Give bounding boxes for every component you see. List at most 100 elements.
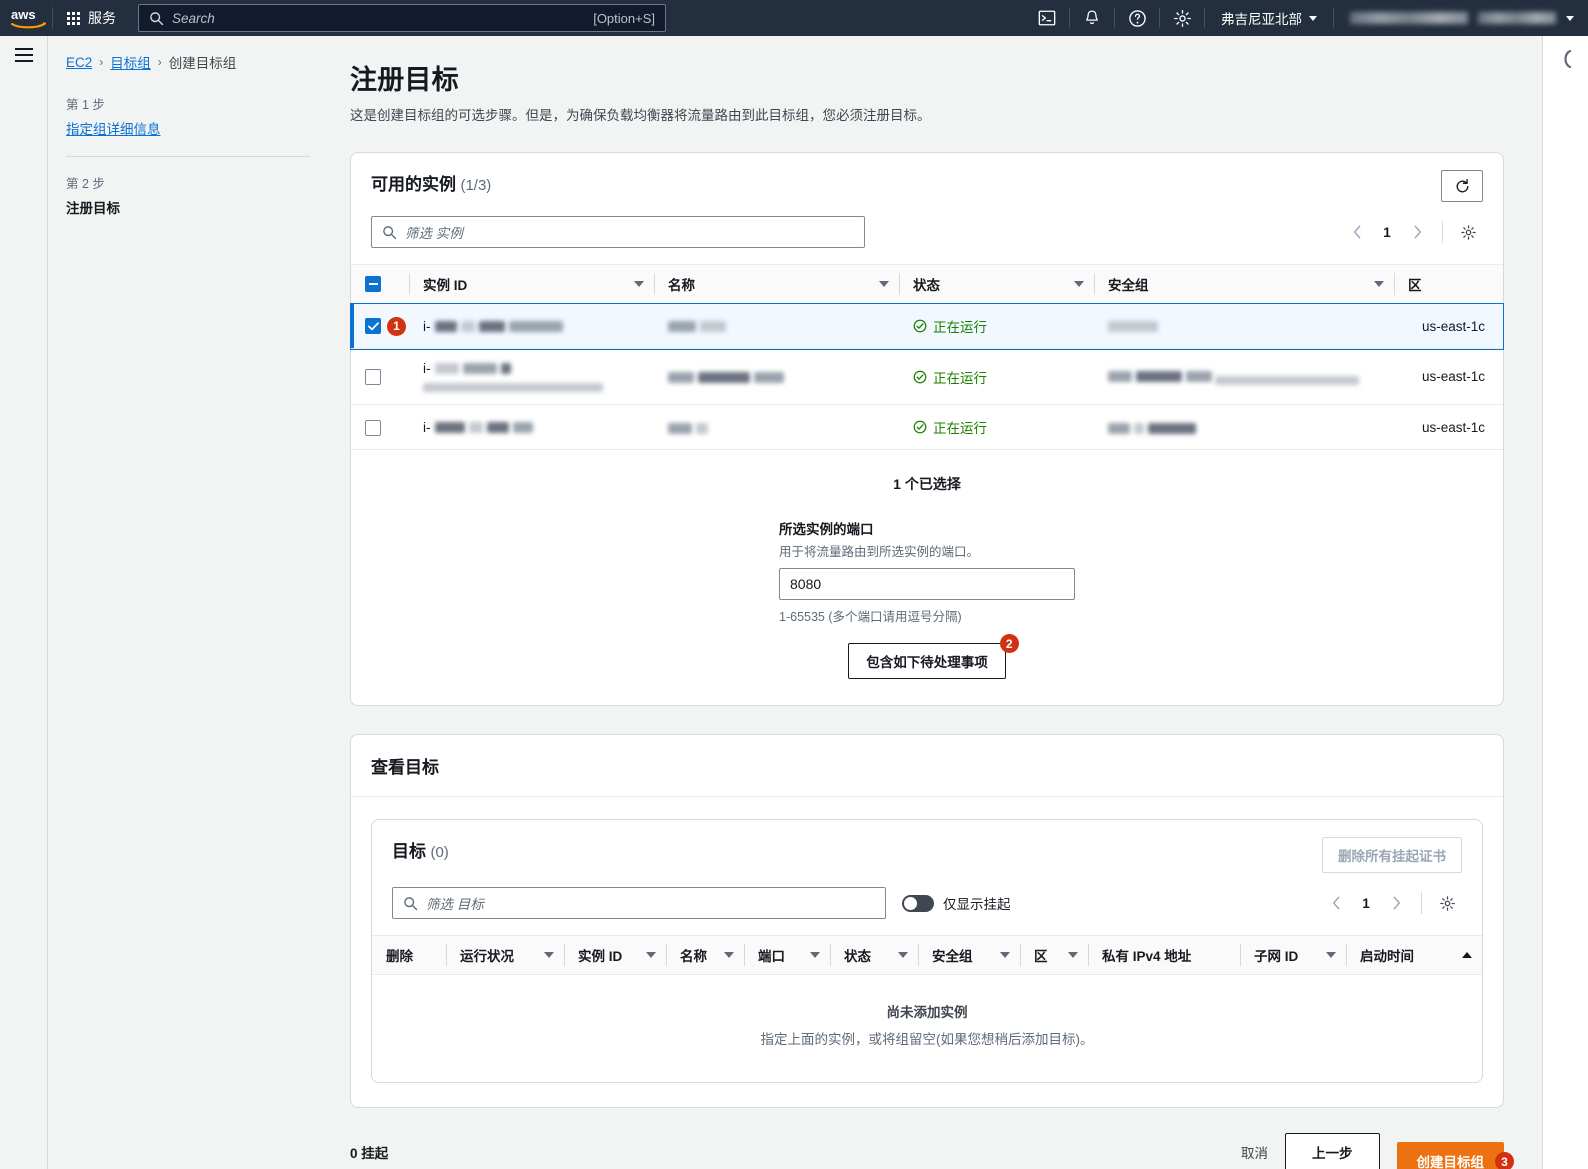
instances-filter-input[interactable]: 筛选 实例 xyxy=(371,216,865,248)
gear-icon xyxy=(1460,224,1476,240)
help-panel-edge[interactable] xyxy=(1542,36,1588,1169)
row-select-cell xyxy=(351,404,409,451)
breadcrumb-item-ec2[interactable]: EC2 xyxy=(66,55,92,70)
col-health[interactable]: 运行状况 xyxy=(446,935,564,976)
create-target-group-wrapper: 创建目标组 3 xyxy=(1396,1142,1514,1169)
col-state[interactable]: 状态 xyxy=(899,264,1094,304)
selected-count-label: 1 个已选择 xyxy=(893,476,961,493)
row-checkbox[interactable] xyxy=(365,318,381,334)
col-health-label: 运行状况 xyxy=(460,949,514,965)
instance-id-prefix: i- xyxy=(423,419,431,435)
row-select-cell: 1 xyxy=(351,303,409,349)
table-row[interactable]: 1 i- 正在运行 us-east-1c xyxy=(350,302,1504,350)
sort-icon xyxy=(724,952,734,959)
col-instance-id[interactable]: 实例 ID xyxy=(409,264,654,304)
targets-next-page-button[interactable] xyxy=(1381,888,1411,918)
refresh-icon xyxy=(1456,178,1468,192)
targets-filter-input[interactable]: 筛选 目标 xyxy=(392,887,886,920)
svg-text:aws: aws xyxy=(11,7,36,22)
refresh-button[interactable] xyxy=(1441,170,1483,202)
show-pending-only-label: 仅显示挂起 xyxy=(943,897,1011,913)
global-search-input[interactable]: Search [Option+S] xyxy=(138,4,666,32)
targets-inner-card: 目标 (0) 删除所有挂起证书 筛选 目标 仅显示挂起 1 删除 运行状况 实例… xyxy=(371,819,1483,1084)
help-icon[interactable] xyxy=(1115,0,1159,36)
port-input[interactable] xyxy=(779,568,1075,601)
table-row[interactable]: i- 正在运行 us-east-1c xyxy=(351,404,1503,451)
targets-count: (0) xyxy=(430,844,449,862)
col-state-label: 状态 xyxy=(844,949,871,965)
sort-icon xyxy=(1326,952,1336,959)
check-icon xyxy=(367,321,379,330)
show-pending-only-toggle[interactable] xyxy=(902,894,934,912)
instances-count: (1/3) xyxy=(460,177,492,194)
col-private-ipv4-label: 私有 IPv4 地址 xyxy=(1102,949,1192,965)
col-state-label: 状态 xyxy=(913,278,940,293)
menu-toggle-icon[interactable] xyxy=(14,48,33,1169)
col-security-group[interactable]: 安全组 xyxy=(1094,264,1394,304)
col-port-label: 端口 xyxy=(758,949,785,965)
col-name[interactable]: 名称 xyxy=(654,264,899,304)
col-launch-time[interactable]: 启动时间 xyxy=(1346,935,1482,976)
pending-count-label: 0 挂起 xyxy=(350,1146,389,1162)
instances-page-1[interactable]: 1 xyxy=(1376,225,1398,240)
targets-filter-placeholder: 筛选 目标 xyxy=(426,897,484,913)
status-label: 正在运行 xyxy=(933,370,987,386)
instances-prev-page-button[interactable] xyxy=(1342,217,1372,247)
col-zone[interactable]: 区 xyxy=(1394,264,1503,304)
targets-preferences-button[interactable] xyxy=(1432,888,1462,918)
include-as-pending-button[interactable]: 包含如下待处理事项 xyxy=(848,643,1006,680)
search-icon xyxy=(150,11,164,25)
settings-icon[interactable] xyxy=(1160,0,1204,36)
instance-id-prefix: i- xyxy=(423,318,431,334)
account-menu[interactable] xyxy=(1334,12,1588,24)
col-port[interactable]: 端口 xyxy=(744,935,830,976)
table-row[interactable]: i- 正在运行 us-east-1c xyxy=(351,348,1503,406)
wizard-footer: 0 挂起 取消 上一步 创建目标组 3 xyxy=(350,1108,1514,1169)
region-selector[interactable]: 弗吉尼亚北部 xyxy=(1205,8,1333,28)
row-checkbox[interactable] xyxy=(365,368,381,385)
cloudshell-icon[interactable] xyxy=(1025,0,1069,36)
wizard-step-2: 第 2 步 注册目标 xyxy=(66,173,310,217)
targets-title-group: 目标 (0) xyxy=(392,837,449,862)
bell-icon[interactable] xyxy=(1070,0,1114,36)
col-state[interactable]: 状态 xyxy=(830,935,918,976)
create-target-group-button[interactable]: 创建目标组 xyxy=(1396,1142,1504,1169)
aws-logo[interactable]: aws xyxy=(0,7,52,29)
breadcrumb-item-target-groups[interactable]: 目标组 xyxy=(110,52,151,72)
instances-card-header: 可用的实例 (1/3) xyxy=(351,153,1503,202)
col-name[interactable]: 名称 xyxy=(666,935,744,976)
chevron-right-icon xyxy=(1414,225,1421,239)
show-pending-only-toggle-group[interactable]: 仅显示挂起 xyxy=(902,893,1011,913)
sort-ascending-icon xyxy=(1462,952,1472,959)
col-zone-label: 区 xyxy=(1034,949,1048,965)
step-1-link[interactable]: 指定组详细信息 xyxy=(66,118,310,138)
select-all-checkbox[interactable] xyxy=(365,276,381,293)
col-name-label: 名称 xyxy=(680,949,707,965)
row-checkbox[interactable] xyxy=(365,419,381,436)
port-field-hint: 1-65535 (多个端口请用逗号分隔) xyxy=(779,610,962,625)
breadcrumb-item-current: 创建目标组 xyxy=(168,56,237,71)
row-select-cell xyxy=(351,348,409,406)
col-subnet-id-label: 子网 ID xyxy=(1254,949,1299,965)
col-instance-id[interactable]: 实例 ID xyxy=(564,935,666,976)
col-remove: 删除 xyxy=(372,935,446,976)
targets-page-1[interactable]: 1 xyxy=(1355,896,1377,911)
review-targets-title: 查看目标 xyxy=(371,758,439,778)
targets-pagination: 1 xyxy=(1321,888,1462,918)
col-zone[interactable]: 区 xyxy=(1020,935,1088,976)
targets-prev-page-button[interactable] xyxy=(1321,888,1351,918)
col-subnet-id[interactable]: 子网 ID xyxy=(1240,935,1346,976)
previous-button[interactable]: 上一步 xyxy=(1285,1133,1380,1169)
row-state: 正在运行 xyxy=(899,404,1094,451)
col-security-group[interactable]: 安全组 xyxy=(918,935,1020,976)
instances-preferences-button[interactable] xyxy=(1453,217,1483,247)
targets-empty-cell: 尚未添加实例 指定上面的实例，或将组留空(如果您想稍后添加目标)。 xyxy=(372,975,1482,1083)
empty-state-title: 尚未添加实例 xyxy=(886,1005,968,1021)
cancel-button[interactable]: 取消 xyxy=(1241,1142,1268,1162)
instances-next-page-button[interactable] xyxy=(1402,217,1432,247)
review-targets-card: 查看目标 目标 (0) 删除所有挂起证书 筛选 目标 仅显示挂起 1 删除 运行… xyxy=(350,734,1504,1109)
sort-icon xyxy=(879,281,889,287)
services-menu-button[interactable]: 服务 xyxy=(53,0,130,36)
status-label: 正在运行 xyxy=(933,320,987,335)
port-field-label: 所选实例的端口 xyxy=(779,522,874,538)
